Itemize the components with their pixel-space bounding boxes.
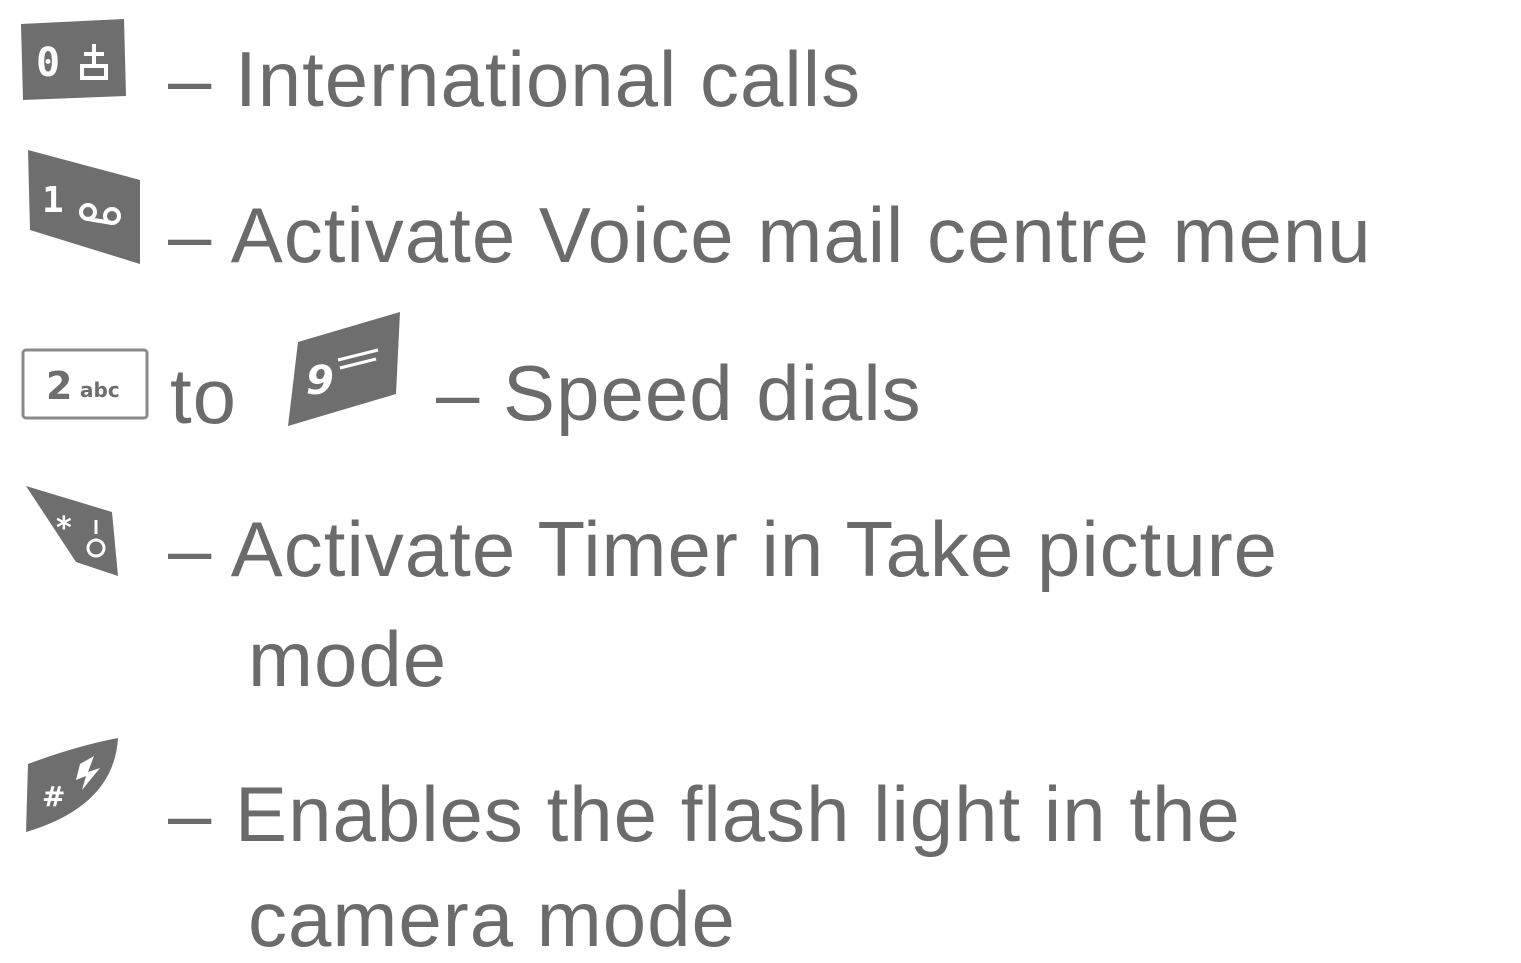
item-text-line1: – Activate Timer in Take picture [168, 505, 1279, 593]
key-0-international-icon: 0 [18, 18, 130, 104]
svg-text:0: 0 [36, 40, 60, 86]
svg-text:abc: abc [80, 378, 120, 402]
key-9-wxyz-icon: 9 [284, 308, 406, 432]
item-text-line2: mode [248, 615, 448, 703]
key-1-voicemail-icon: 1 [22, 146, 146, 270]
item-text-line2: camera mode [248, 875, 736, 963]
key-2-abc-icon: 2 abc [20, 347, 150, 423]
key-hash-flash-icon: # [22, 736, 122, 836]
connector-text: to [170, 352, 238, 440]
item-text: – Activate Voice mail centre menu [168, 191, 1372, 279]
key-star-timer-icon: * [22, 482, 122, 582]
svg-text:#: # [42, 780, 65, 813]
item-text: – International calls [168, 35, 862, 123]
svg-text:1: 1 [42, 180, 64, 221]
item-text-line1: – Enables the flash light in the [168, 770, 1241, 858]
svg-text:9: 9 [306, 358, 334, 404]
svg-text:*: * [56, 511, 72, 546]
svg-text:2: 2 [46, 364, 72, 408]
item-text: – Speed dials [436, 349, 922, 437]
